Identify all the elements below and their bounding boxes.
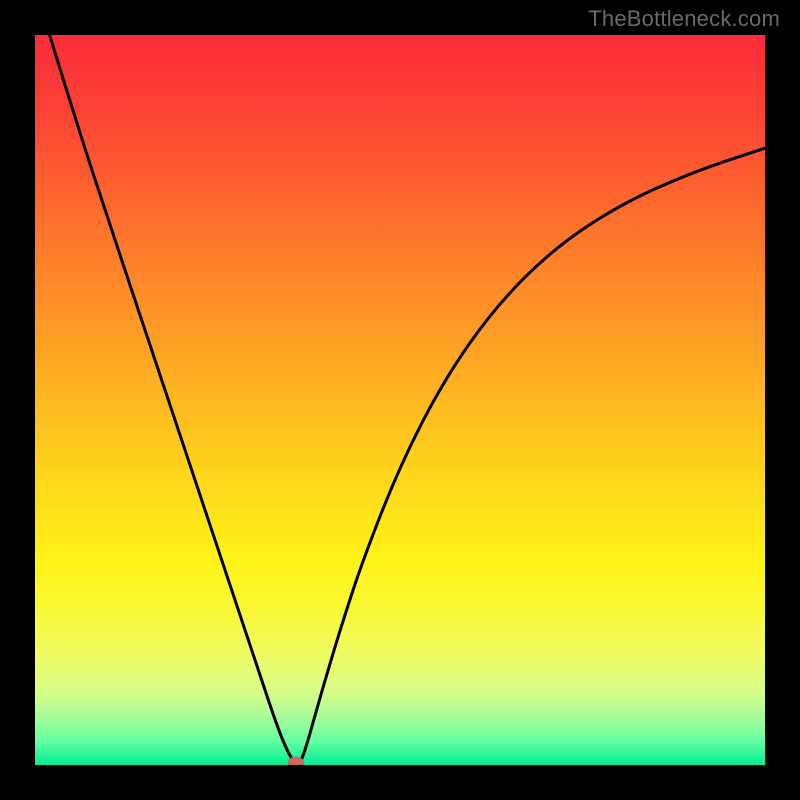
plot-area (35, 35, 765, 765)
min-marker (288, 757, 304, 766)
chart-frame: TheBottleneck.com (0, 0, 800, 800)
watermark-text: TheBottleneck.com (588, 6, 780, 32)
curve-line (35, 35, 765, 765)
